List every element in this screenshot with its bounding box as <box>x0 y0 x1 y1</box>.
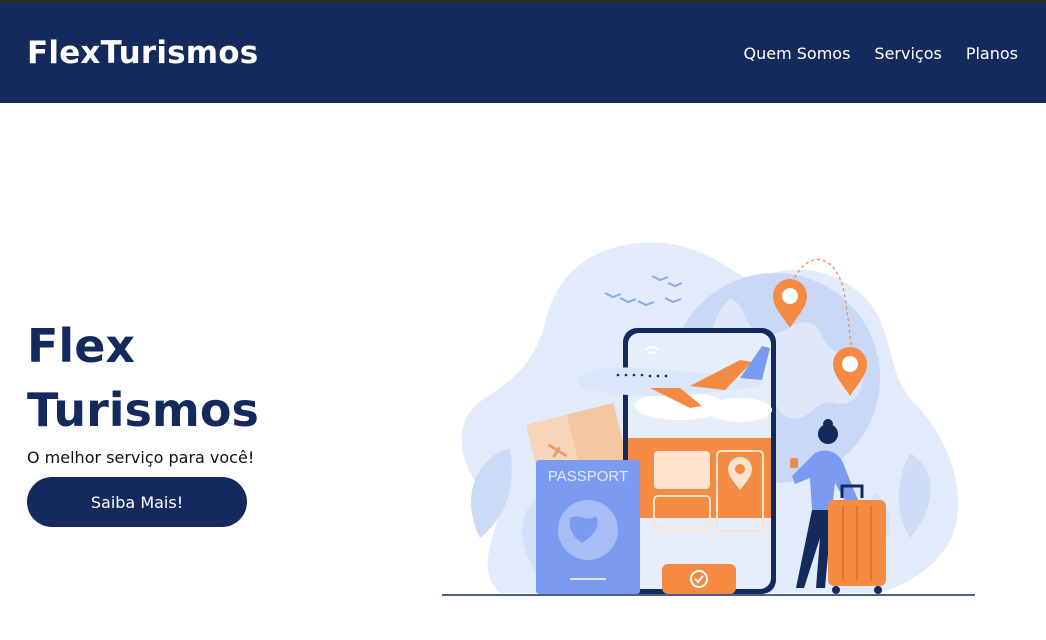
passport-icon: PASSPORT <box>536 460 640 594</box>
site-logo[interactable]: FlexTurismos <box>27 35 258 71</box>
nav-link-servicos[interactable]: Serviços <box>874 44 941 63</box>
nav-link-planos[interactable]: Planos <box>966 44 1018 63</box>
hero-subtitle: O melhor serviço para você! <box>27 448 255 467</box>
suitcase-icon <box>828 484 886 594</box>
hero-title: Flex Turismos <box>27 314 357 442</box>
hero-title-line-2: Turismos <box>27 383 259 437</box>
nav-link-quem-somos[interactable]: Quem Somos <box>744 44 851 63</box>
saiba-mais-button[interactable]: Saiba Mais! <box>27 477 247 527</box>
hero-section: Flex Turismos O melhor serviço para você… <box>27 314 357 527</box>
hero-title-line-1: Flex <box>27 319 136 373</box>
travel-illustration: PASSPORT <box>442 242 975 596</box>
main-nav: Quem Somos Serviços Planos <box>744 44 1019 63</box>
passport-label: PASSPORT <box>548 468 628 485</box>
site-header: FlexTurismos Quem Somos Serviços Planos <box>0 3 1046 103</box>
